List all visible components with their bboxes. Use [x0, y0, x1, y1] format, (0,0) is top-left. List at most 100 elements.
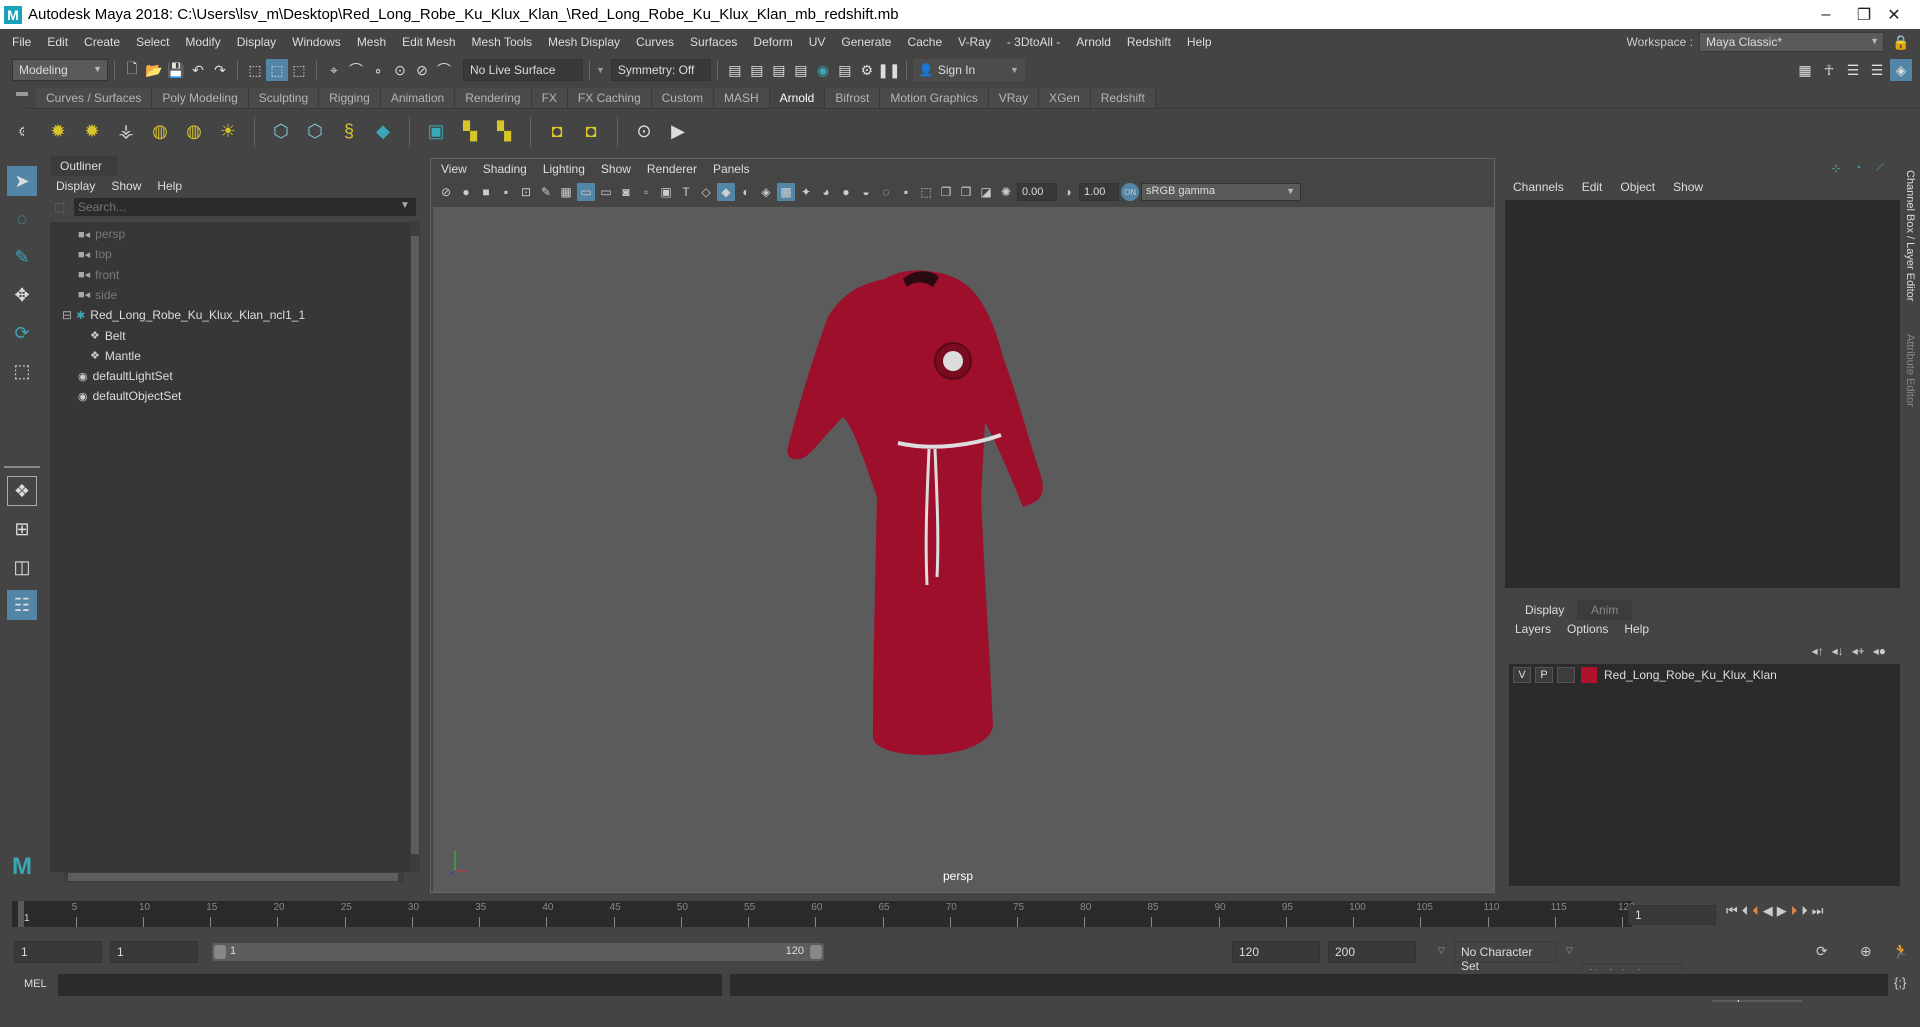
layer-display-type-toggle[interactable] — [1557, 667, 1575, 683]
tx-manager-icon[interactable]: ▣ — [422, 118, 450, 146]
3d-scene[interactable]: persp — [433, 207, 1494, 892]
2d-pan-zoom-icon[interactable]: ⊡ — [517, 183, 535, 201]
command-input[interactable] — [58, 974, 722, 996]
anti-aliasing-icon[interactable]: ◌ — [877, 183, 895, 201]
smooth-shade-icon[interactable]: ◆ — [717, 183, 735, 201]
menu-mesh-tools[interactable]: Mesh Tools — [464, 35, 540, 49]
open-scene-icon[interactable]: 📂 — [143, 59, 165, 81]
snap-grid-icon[interactable]: ⌖ — [323, 59, 345, 81]
menu-cache[interactable]: Cache — [899, 35, 950, 49]
shelf-tab-fx[interactable]: FX — [531, 88, 568, 108]
scale-tool-icon[interactable]: ⬚ — [7, 356, 37, 386]
range-start-handle[interactable] — [214, 945, 226, 959]
script-editor-icon[interactable]: {;} — [1894, 975, 1906, 990]
play-backward-icon[interactable]: ◀ — [1763, 903, 1773, 919]
range-end-handle[interactable] — [810, 945, 822, 959]
menu-help[interactable]: Help — [1179, 35, 1220, 49]
tool-settings-toggle-icon[interactable]: ☰ — [1866, 59, 1888, 81]
menu-windows[interactable]: Windows — [284, 35, 349, 49]
scene-start-field[interactable] — [14, 941, 102, 963]
viewport-menu-panels[interactable]: Panels — [713, 162, 750, 176]
anim-preferences-icon[interactable]: 🏃 — [1892, 943, 1909, 960]
modeling-toolkit-icon[interactable]: ▦ — [1794, 59, 1816, 81]
shelf-tab-motion-graphics[interactable]: Motion Graphics — [880, 88, 989, 108]
channel-menu-channels[interactable]: Channels — [1513, 180, 1564, 194]
scene-end-field[interactable] — [1328, 941, 1416, 963]
shelf-tab-bifrost[interactable]: Bifrost — [825, 88, 881, 108]
paint-select-tool-icon[interactable]: ✎ — [7, 242, 37, 272]
grid-icon[interactable]: ▦ — [557, 183, 575, 201]
menu-edit[interactable]: Edit — [39, 35, 76, 49]
hyperbolic-icon[interactable]: ⟋ — [1872, 160, 1888, 176]
menu-select[interactable]: Select — [128, 35, 177, 49]
outliner-item[interactable]: ■◂ side — [78, 285, 117, 305]
ipr-render-icon[interactable]: ▤ — [768, 59, 790, 81]
select-tool-icon[interactable]: ➤ — [7, 166, 37, 196]
layer-menu-options[interactable]: Options — [1567, 622, 1608, 636]
redo-icon[interactable]: ↷ — [209, 59, 231, 81]
menu-redshift[interactable]: Redshift — [1119, 35, 1179, 49]
skydome-light-icon[interactable]: ◍ — [146, 118, 174, 146]
screen-space-ao-icon[interactable]: ● — [837, 183, 855, 201]
film-gate-icon[interactable]: ▭ — [577, 183, 595, 201]
menu-generate[interactable]: Generate — [833, 35, 899, 49]
isolate-select-icon[interactable]: ⬚ — [917, 183, 935, 201]
wireframe-icon[interactable]: ◇ — [697, 183, 715, 201]
filter-icon[interactable]: ⬚ — [54, 200, 65, 214]
textured-icon[interactable]: ▩ — [777, 183, 795, 201]
step-back-frame-icon[interactable]: ⏴ — [1742, 903, 1749, 919]
layer-color-swatch[interactable] — [1581, 667, 1597, 683]
xray-active-components-icon[interactable]: ◪ — [977, 183, 995, 201]
viewport-menu-renderer[interactable]: Renderer — [647, 162, 697, 176]
attribute-editor-side-tab[interactable]: Attribute Editor — [1904, 334, 1916, 407]
curve-collector-icon[interactable]: § — [335, 118, 363, 146]
motion-blur-icon[interactable]: ◒ — [857, 183, 875, 201]
outliner-item[interactable]: ■◂ persp — [78, 224, 125, 244]
layer-tab-display[interactable]: Display — [1511, 600, 1579, 620]
layer-menu-help[interactable]: Help — [1624, 622, 1649, 636]
light-portal-icon[interactable]: ◍ — [180, 118, 208, 146]
bookmark-icon[interactable]: ■ — [477, 183, 495, 201]
render-setup-icon[interactable]: ▤ — [834, 59, 856, 81]
xray-joints-icon[interactable]: ❐ — [957, 183, 975, 201]
menu-uv[interactable]: UV — [801, 35, 834, 49]
layer-row[interactable]: V P Red_Long_Robe_Ku_Klux_Klan — [1509, 664, 1900, 686]
shelf-tab-animation[interactable]: Animation — [380, 88, 456, 108]
viewport-menu-lighting[interactable]: Lighting — [543, 162, 585, 176]
outliner-tab[interactable]: Outliner — [50, 156, 118, 176]
sign-in-button[interactable]: 👤 Sign In ▼ — [912, 59, 1025, 81]
outliner-item[interactable]: ◉ defaultLightSet — [78, 366, 173, 386]
remove-texture-cache-icon[interactable]: ▚ — [490, 118, 518, 146]
field-chart-icon[interactable]: ▫ — [637, 183, 655, 201]
menu-arnold[interactable]: Arnold — [1068, 35, 1119, 49]
shelf-tab-custom[interactable]: Custom — [651, 88, 714, 108]
lock-icon[interactable]: 🔒 — [1890, 31, 1912, 53]
loop-icon[interactable]: ⟳ — [1816, 943, 1828, 960]
auto-key-icon[interactable]: ⊕ — [1860, 943, 1872, 960]
default-material-icon[interactable]: ◐ — [737, 183, 755, 201]
layer-menu-layers[interactable]: Layers — [1515, 622, 1551, 636]
menu-3dtoall[interactable]: - 3DtoAll - — [999, 35, 1068, 49]
physical-sky-icon[interactable]: ☀ — [214, 118, 242, 146]
depth-of-field-icon[interactable]: ▪ — [897, 183, 915, 201]
area-light-icon[interactable]: ✹ — [44, 118, 72, 146]
render-view-ipr-icon[interactable]: ◘ — [577, 118, 605, 146]
mesh-light-icon[interactable]: ✹ — [78, 118, 106, 146]
camera-attributes-icon[interactable]: ● — [457, 183, 475, 201]
menu-edit-mesh[interactable]: Edit Mesh — [394, 35, 463, 49]
snap-view-plane-icon[interactable]: ⊙ — [389, 59, 411, 81]
outliner-item[interactable]: ■◂ front — [78, 265, 119, 285]
select-component-icon[interactable]: ⬚ — [288, 59, 310, 81]
xray-icon[interactable]: ❐ — [937, 183, 955, 201]
color-management-icon[interactable]: ON — [1121, 183, 1139, 201]
shelf-menu-icon[interactable] — [16, 92, 28, 96]
outliner-item[interactable]: ❖ Mantle — [90, 346, 141, 366]
new-layer-from-selection-icon[interactable]: ◂● — [1873, 644, 1886, 658]
resolution-gate-icon[interactable]: ▭ — [597, 183, 615, 201]
outliner-layout-icon[interactable]: ☷ — [7, 590, 37, 620]
menu-file[interactable]: File — [4, 35, 39, 49]
outliner-item[interactable]: ⊟ ✱ Red_Long_Robe_Ku_Klux_Klan_ncl1_1 — [62, 305, 305, 325]
outliner-menu-show[interactable]: Show — [111, 179, 141, 193]
channel-box-side-tab[interactable]: Channel Box / Layer Editor — [1904, 170, 1916, 301]
go-to-end-icon[interactable]: ⏭ — [1812, 903, 1824, 919]
